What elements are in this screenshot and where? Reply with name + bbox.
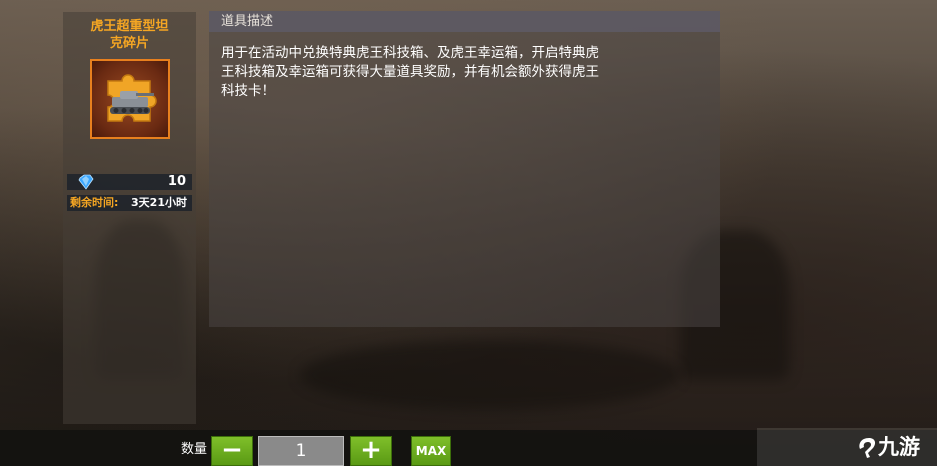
increase-button[interactable]: + [350, 436, 392, 466]
quantity-input[interactable]: 1 [258, 436, 344, 466]
item-count-row: 10 [67, 174, 192, 190]
description-line1: 用于在活动中兑换特典虎王科技箱、及虎王幸运箱，开启特典虎 [221, 45, 599, 61]
remaining-time-row: 剩余时间: 3天21小时 [67, 195, 192, 211]
diamond-icon [78, 174, 94, 190]
description-panel: 道具描述 用于在活动中兑换特典虎王科技箱、及虎王幸运箱，开启特典虎 王科技箱及幸… [209, 11, 720, 327]
jiuyou-logo [859, 438, 876, 458]
remaining-time-value: 3天21小时 [131, 196, 187, 209]
item-icon-frame[interactable] [90, 59, 170, 139]
bg-silhouette-center [300, 340, 680, 410]
item-name-line2: 克碎片 [109, 36, 149, 51]
decrease-button[interactable]: − [211, 436, 253, 466]
max-button[interactable]: MAX [411, 436, 451, 466]
item-count: 10 [167, 174, 186, 189]
item-name: 虎王超重型坦 克碎片 [63, 18, 196, 52]
description-line3: 科技卡！ [221, 83, 275, 99]
remaining-time-label: 剩余时间: [70, 196, 119, 209]
watermark: 九游 [757, 428, 937, 466]
item-info-panel: 虎王超重型坦 克碎片 10 剩余时间: 3天21小时 [63, 12, 196, 424]
description-header: 道具描述 [209, 11, 720, 32]
tank-puzzle-icon [107, 74, 157, 122]
quantity-label: 数量 [181, 442, 208, 457]
watermark-text: 九游 [878, 435, 920, 459]
description-line2: 王科技箱及幸运箱可获得大量道具奖励，并有机会额外获得虎王 [221, 64, 599, 80]
description-text: 用于在活动中兑换特典虎王科技箱、及虎王幸运箱，开启特典虎 王科技箱及幸运箱可获得… [221, 44, 711, 101]
item-name-line1: 虎王超重型坦 [90, 19, 169, 34]
description-title: 道具描述 [221, 14, 274, 29]
